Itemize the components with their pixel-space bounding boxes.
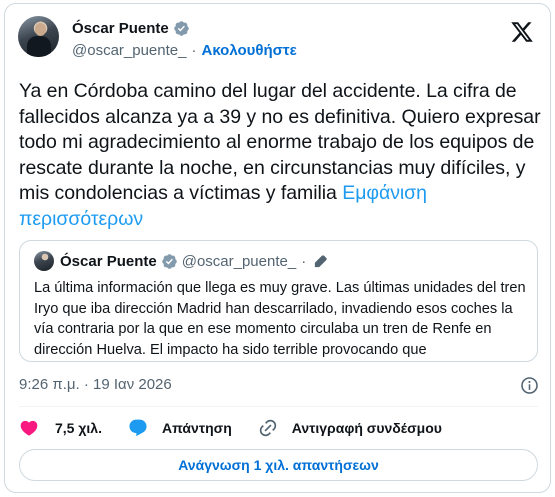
timestamp[interactable]: 9:26 π.μ. · 19 Ιαν 2026 — [19, 376, 172, 393]
quoted-tweet-text: La última información que llega es muy g… — [34, 280, 526, 358]
reply-bubble-icon — [129, 419, 147, 437]
quoted-tweet[interactable]: Óscar Puente @oscar_puente_ · La última … — [19, 240, 538, 362]
tweet-text: Ya en Córdoba camino del lugar del accid… — [19, 79, 541, 232]
verified-badge-icon — [161, 253, 177, 269]
read-replies-button[interactable]: Ανάγνωση 1 χιλ. απαντήσεων — [19, 449, 538, 481]
author-handle-row: @oscar_puente_ · Ακολουθήστε — [72, 42, 297, 59]
verified-badge-icon — [173, 21, 189, 36]
quoted-tweet-header: Óscar Puente @oscar_puente_ · — [34, 251, 328, 271]
tweet-card: Óscar Puente @oscar_puente_ · Ακολουθήστ… — [4, 3, 551, 493]
author-name[interactable]: Óscar Puente — [72, 20, 169, 37]
reply-button[interactable]: Απάντηση — [128, 418, 232, 438]
quoted-avatar — [34, 251, 54, 271]
x-logo-icon[interactable] — [510, 20, 534, 44]
avatar[interactable] — [18, 16, 59, 57]
author-handle[interactable]: @oscar_puente_ — [72, 42, 186, 59]
copy-link-label: Αντιγραφή συνδέσμου — [291, 420, 442, 436]
tweet-header: Óscar Puente @oscar_puente_ · Ακολουθήστ… — [18, 14, 538, 64]
timestamp-row: 9:26 π.μ. · 19 Ιαν 2026 — [19, 376, 539, 395]
copy-link-button[interactable]: Αντιγραφή συνδέσμου — [258, 418, 442, 438]
heart-icon — [20, 420, 38, 436]
info-icon[interactable] — [520, 376, 539, 395]
like-button[interactable]: 7,5 χιλ. — [19, 418, 102, 438]
divider — [19, 406, 538, 407]
likes-count: 7,5 χιλ. — [55, 420, 102, 436]
tweet-body: Ya en Córdoba camino del lugar del accid… — [19, 80, 541, 204]
link-icon — [259, 419, 276, 437]
quoted-author-name: Óscar Puente — [60, 252, 157, 270]
reply-label: Απάντηση — [161, 420, 232, 436]
edited-pencil-icon — [315, 254, 327, 267]
separator-dot: · — [301, 252, 307, 270]
follow-button[interactable]: Ακολουθήστε — [201, 42, 296, 59]
author-name-row: Óscar Puente — [72, 20, 190, 37]
separator-dot: · — [191, 42, 197, 59]
quoted-author-handle: @oscar_puente_ — [181, 252, 297, 270]
action-bar: 7,5 χιλ. Απάντηση Αντιγραφή συνδέσμου — [19, 416, 468, 440]
